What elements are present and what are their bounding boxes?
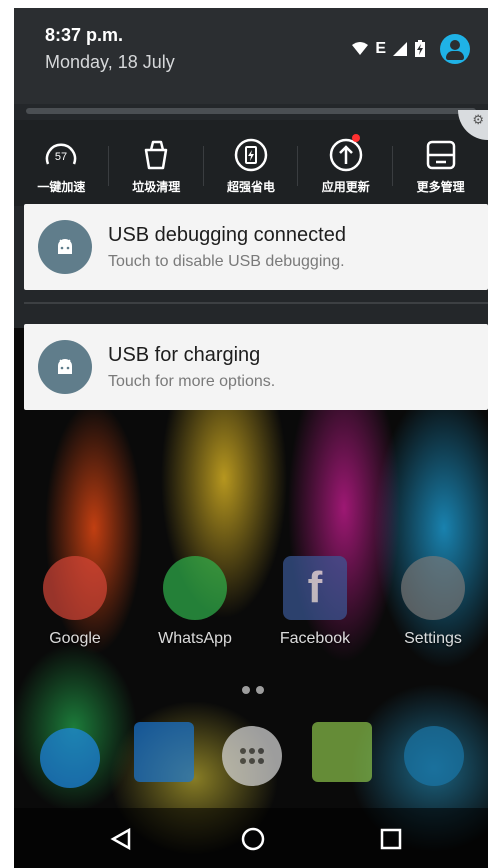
browser-icon[interactable]	[404, 726, 464, 786]
navigation-bar	[14, 808, 488, 868]
trash-clean-icon	[139, 138, 173, 172]
phone-icon[interactable]	[40, 728, 100, 788]
notification-title: USB debugging connected	[108, 223, 346, 246]
messages-icon[interactable]	[312, 722, 372, 782]
quick-label: 一键加速	[37, 180, 86, 194]
gmail-icon	[43, 556, 107, 620]
home-app-row: Google WhatsApp f Facebook Settings	[14, 556, 488, 676]
app-name: Google	[49, 630, 101, 647]
contacts-icon[interactable]	[134, 722, 194, 782]
date: Monday, 18 July	[45, 52, 175, 72]
app-facebook[interactable]: f Facebook	[270, 556, 360, 648]
quick-label: 超强省电	[226, 180, 275, 194]
app-name: Facebook	[279, 630, 351, 647]
quick-app-update[interactable]: 应用更新	[298, 120, 394, 206]
signal-icon	[393, 42, 407, 56]
app-google[interactable]: Google	[30, 556, 120, 648]
speed-badge: 57	[55, 151, 67, 163]
speed-boost-icon: 57	[44, 138, 78, 172]
android-icon	[38, 220, 92, 274]
screenshot-frame: Google WhatsApp f Facebook Settings 8:37…	[0, 0, 493, 868]
shade-divider	[26, 108, 476, 114]
app-whatsapp[interactable]: WhatsApp	[150, 556, 240, 648]
app-update-icon	[329, 138, 363, 172]
wifi-icon	[352, 42, 369, 55]
battery-charging-icon	[415, 40, 425, 57]
facebook-icon: f	[283, 556, 347, 620]
clock: 8:37 p.m.	[45, 25, 124, 45]
phone-screen: Google WhatsApp f Facebook Settings 8:37…	[14, 8, 488, 868]
notification-text: Touch to disable USB debugging.	[108, 252, 345, 270]
whatsapp-icon	[163, 556, 227, 620]
page-indicator	[242, 686, 264, 694]
notification-usb-debugging[interactable]: USB debugging connected Touch to disable…	[24, 204, 488, 290]
quick-trash-clean[interactable]: 垃圾清理	[109, 120, 204, 206]
settings-icon	[401, 556, 465, 620]
notification-title: USB for charging	[108, 343, 261, 366]
status-icons: E	[351, 34, 470, 64]
quick-speed-boost[interactable]: 57 一键加速	[14, 120, 109, 206]
quick-label: 更多管理	[416, 180, 465, 194]
quick-battery-saver[interactable]: 超强省电	[204, 120, 299, 206]
app-name: Settings	[404, 630, 462, 647]
home-icon[interactable]	[236, 822, 270, 856]
battery-saver-icon	[234, 138, 268, 172]
dock	[14, 720, 488, 800]
account-avatar-icon[interactable]	[440, 34, 470, 64]
status-header: 8:37 p.m. Monday, 18 July E	[14, 8, 488, 104]
network-e-icon: E	[375, 40, 386, 57]
quick-label: 应用更新	[321, 180, 370, 194]
app-drawer-icon[interactable]	[222, 726, 282, 786]
quick-actions: 57 一键加速 垃圾清理 超强省电 应用更新 更多管理	[14, 120, 488, 206]
quick-label: 垃圾清理	[132, 180, 181, 194]
notification-text: Touch for more options.	[108, 372, 276, 390]
notification-divider	[24, 302, 488, 304]
recents-icon[interactable]	[374, 822, 408, 856]
app-name: WhatsApp	[158, 630, 232, 647]
back-icon[interactable]	[104, 822, 138, 856]
app-settings[interactable]: Settings	[388, 556, 478, 648]
android-icon	[38, 340, 92, 394]
more-manage-icon	[424, 138, 458, 172]
notification-usb-charging[interactable]: USB for charging Touch for more options.	[24, 324, 488, 410]
